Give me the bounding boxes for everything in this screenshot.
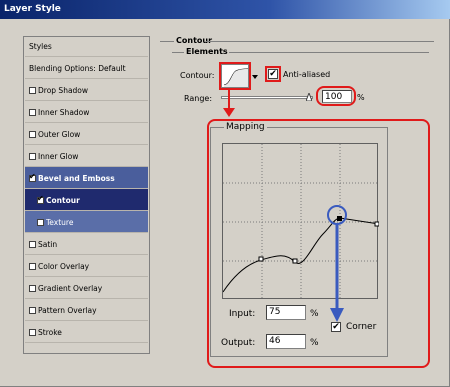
style-item-texture[interactable]: Texture [25,211,148,233]
style-item-label: Gradient Overlay [38,284,103,293]
anti-aliased-label: Anti-aliased [283,70,331,79]
style-item-label: Inner Glow [38,152,79,161]
style-checkbox[interactable] [29,172,36,182]
style-item-satin[interactable]: Satin [25,233,148,255]
style-item-label: Outer Glow [38,130,81,139]
annotation-circle-blue [327,205,347,225]
style-item-blending-options-default[interactable]: Blending Options: Default [25,57,148,79]
input-field[interactable]: 75 [266,305,306,320]
style-checkbox[interactable] [29,307,36,314]
contour-label: Contour: [180,71,215,80]
style-checkbox[interactable] [29,109,36,116]
annotation-highlight-contour [219,62,251,90]
output-field[interactable]: 46 [266,334,306,349]
style-item-label: Color Overlay [38,262,90,271]
range-slider-thumb[interactable] [305,91,313,102]
group-divider [172,52,184,53]
style-checkbox[interactable] [29,131,36,138]
annotation-arrow-blue [330,224,344,322]
styles-header[interactable]: Styles [25,37,148,57]
output-label: Output: [221,338,256,348]
style-item-color-overlay[interactable]: Color Overlay [25,255,148,277]
annotation-highlight-antialias [265,66,281,82]
style-item-label: Stroke [38,328,62,337]
style-item-label: Blending Options: Default [29,64,126,73]
style-item-inner-glow[interactable]: Inner Glow [25,145,148,167]
styles-list: Styles Blending Options: Default Drop Sha… [23,36,150,354]
annotation-highlight-range [316,86,356,106]
style-item-contour[interactable]: Contour [25,189,148,211]
style-checkbox[interactable] [37,219,44,226]
style-item-pattern-overlay[interactable]: Pattern Overlay [25,299,148,321]
style-item-stroke[interactable]: Stroke [25,321,148,343]
group-divider [206,41,434,42]
style-checkbox[interactable] [29,285,36,292]
contour-curve-graph[interactable] [222,143,380,300]
style-checkbox[interactable] [29,263,36,270]
style-item-inner-shadow[interactable]: Inner Shadow [25,101,148,123]
style-item-label: Drop Shadow [38,86,89,95]
style-checkbox[interactable] [29,329,36,336]
group-divider [160,41,174,42]
style-checkbox[interactable] [37,194,44,204]
corner-checkbox[interactable]: ✔ [331,322,341,332]
style-checkbox[interactable] [29,153,36,160]
style-item-label: Inner Shadow [38,108,90,117]
input-label: Input: [229,309,256,319]
style-item-gradient-overlay[interactable]: Gradient Overlay [25,277,148,299]
style-item-bevel-and-emboss[interactable]: Bevel and Emboss [25,167,148,189]
style-checkbox[interactable] [29,87,36,94]
input-unit: % [310,309,319,319]
style-item-label: Contour [46,196,80,205]
style-item-label: Texture [46,218,74,227]
window-title: Layer Style [0,0,450,19]
layer-style-dialog: Layer Style Styles Blending Options: Def… [0,0,450,387]
style-item-drop-shadow[interactable]: Drop Shadow [25,79,148,101]
annotation-arrow-red [223,88,235,117]
range-unit: % [357,93,365,102]
style-checkbox[interactable] [29,241,36,248]
group-divider [229,52,429,53]
contour-dropdown-arrow[interactable] [251,66,259,86]
style-item-label: Bevel and Emboss [38,174,115,183]
range-label: Range: [184,94,213,103]
corner-label: Corner [346,322,377,332]
output-unit: % [310,338,319,348]
style-item-label: Satin [38,240,58,249]
elements-title: Elements [186,47,228,56]
mapping-title: Mapping [224,122,267,132]
style-item-label: Pattern Overlay [38,306,97,315]
style-item-outer-glow[interactable]: Outer Glow [25,123,148,145]
